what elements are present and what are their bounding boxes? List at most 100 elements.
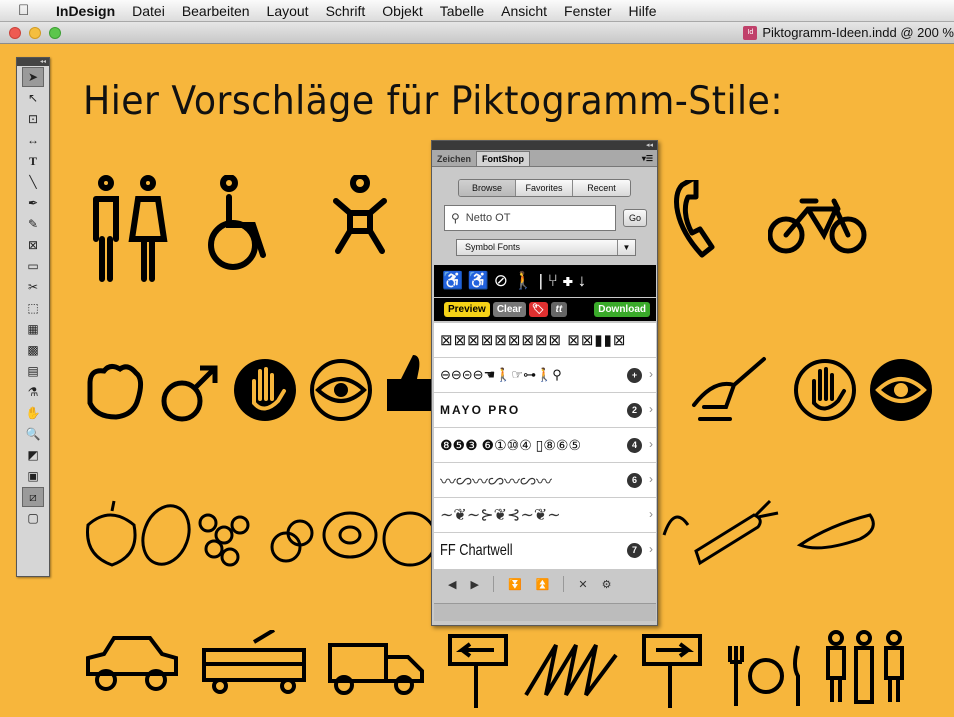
apple-icon[interactable]: 	[18, 2, 36, 19]
sign-arrow-left-pictogram[interactable]	[446, 630, 510, 710]
close-icon[interactable]: ✕	[578, 578, 587, 591]
hand-circle-pictogram[interactable]	[232, 357, 298, 423]
fist-pictogram[interactable]	[84, 363, 144, 423]
telephone-pictogram[interactable]	[672, 180, 722, 270]
collapse-up-icon[interactable]: ⏫	[536, 578, 550, 591]
chevron-right-icon[interactable]: ›	[649, 472, 653, 486]
thumbs-up-pictogram[interactable]	[383, 351, 433, 421]
scribble-pictogram[interactable]	[520, 635, 630, 705]
favorites-button[interactable]: Favorites	[516, 180, 573, 196]
vegetable-pictograms[interactable]	[660, 495, 890, 575]
eyedropper-tool-icon[interactable]: ⚗	[22, 382, 44, 402]
chevron-right-icon[interactable]: ›	[649, 402, 653, 416]
menu-layout[interactable]: Layout	[267, 3, 309, 19]
category-select[interactable]: Symbol Fonts ▼	[456, 239, 636, 256]
font-row-5[interactable]: 〰∽〰∽〰∽〰 6 ›	[434, 463, 656, 498]
line-tool-icon[interactable]: ╲	[22, 172, 44, 192]
direct-selection-tool-icon[interactable]: ↖	[22, 88, 44, 108]
minimize-window-button[interactable]	[29, 27, 41, 39]
page-headline[interactable]: Hier Vorschläge für Piktogramm-Stile:	[83, 79, 783, 124]
selection-tool-icon[interactable]: ➤	[22, 67, 44, 87]
next-icon[interactable]: ▶	[470, 578, 478, 591]
panel-menu-icon[interactable]: ▾☰	[638, 154, 657, 166]
gradient-feather-tool-icon[interactable]: ▩	[22, 340, 44, 360]
chevron-right-icon[interactable]: ›	[649, 367, 653, 381]
menu-fenster[interactable]: Fenster	[564, 3, 611, 19]
font-row-7[interactable]: FF Chartwell 7 ›	[434, 533, 656, 568]
fontshop-panel: ◂◂ Zeichen FontShop ▾☰ Browse Favorites …	[431, 140, 658, 626]
fontshop-panel-header[interactable]: ◂◂	[432, 141, 657, 150]
chevron-right-icon[interactable]: ›	[649, 507, 653, 521]
gradient-tool-icon[interactable]: ▦	[22, 319, 44, 339]
pencil-tool-icon[interactable]: ✎	[22, 214, 44, 234]
note-tool-icon[interactable]: ▤	[22, 361, 44, 381]
car-pictogram[interactable]	[84, 630, 180, 700]
rectangle-frame-tool-icon[interactable]: ⊠	[22, 235, 44, 255]
font-row-1[interactable]: ⊠⊠⊠⊠⊠⊠⊠⊠⊠ ⊠⊠▮▮⊠	[434, 323, 656, 358]
cutlery-plate-pictogram[interactable]	[722, 640, 808, 710]
recent-button[interactable]: Recent	[573, 180, 630, 196]
sign-arrow-right-pictogram[interactable]	[640, 630, 704, 710]
font-search-input[interactable]: ⚲ Netto OT	[444, 205, 616, 231]
chevron-right-icon[interactable]: ›	[649, 437, 653, 451]
preview-button[interactable]: Preview	[444, 302, 490, 317]
eye-filled-circle-pictogram[interactable]	[868, 357, 934, 423]
scissors-tool-icon[interactable]: ✂	[22, 277, 44, 297]
clear-button[interactable]: Clear	[492, 302, 526, 317]
hand-outline-circle-pictogram[interactable]	[792, 357, 858, 423]
people-pictogram[interactable]	[822, 630, 912, 710]
tab-fontshop[interactable]: FontShop	[476, 151, 531, 166]
zoom-tool-icon[interactable]: 🔍	[22, 424, 44, 444]
tools-panel-header[interactable]: ◂◂	[17, 58, 49, 66]
font-row-6[interactable]: ∼❦∼⊱❦⊰∼❦∼ ›	[434, 498, 656, 533]
tram-pictogram[interactable]	[198, 630, 310, 700]
browse-button[interactable]: Browse	[459, 180, 516, 196]
fruit-pictograms[interactable]	[80, 495, 440, 575]
tt-button[interactable]: tt	[550, 302, 568, 317]
font-sample: 〰∽〰∽〰∽〰	[440, 474, 553, 491]
panel-status-bar	[434, 603, 656, 621]
tag-icon[interactable]: 🏷	[528, 302, 548, 317]
chevron-right-icon[interactable]: ›	[649, 542, 653, 556]
type-tool-icon[interactable]: T	[22, 151, 44, 171]
gap-tool-icon[interactable]: ↔	[22, 130, 44, 150]
font-row-2[interactable]: ⊖⊖⊝⊖☚🚶☞⊶🚶⚲ + ›	[434, 358, 656, 393]
tab-zeichen[interactable]: Zeichen	[432, 152, 476, 166]
close-window-button[interactable]	[9, 27, 21, 39]
truck-pictogram[interactable]	[326, 635, 426, 701]
page-tool-icon[interactable]: ⊡	[22, 109, 44, 129]
zoom-window-button[interactable]	[49, 27, 61, 39]
hand-tool-icon[interactable]: ✋	[22, 403, 44, 423]
fill-stroke-swatch-icon[interactable]: ◩	[22, 445, 44, 465]
previous-icon[interactable]: ◀	[448, 578, 456, 591]
male-symbol-pictogram[interactable]	[160, 365, 220, 425]
menu-objekt[interactable]: Objekt	[382, 3, 422, 19]
menu-tabelle[interactable]: Tabelle	[440, 3, 484, 19]
menu-ansicht[interactable]: Ansicht	[501, 3, 547, 19]
expand-down-icon[interactable]: ⏬	[508, 578, 522, 591]
child-pictogram[interactable]	[330, 175, 390, 270]
font-row-3[interactable]: MAYO PRO 2 ›	[434, 393, 656, 428]
bicycle-pictogram[interactable]	[768, 195, 868, 255]
menu-app-name[interactable]: InDesign	[56, 3, 115, 19]
document-title-text: Piktogramm-Ideen.indd @ 200 %	[762, 25, 954, 40]
apply-none-icon[interactable]: ⧄	[22, 487, 44, 507]
formatting-container-icon[interactable]: ▣	[22, 466, 44, 486]
gear-icon[interactable]: ⚙	[602, 578, 612, 591]
window-titlebar: Id Piktogramm-Ideen.indd @ 200 %	[0, 22, 954, 44]
rectangle-tool-icon[interactable]: ▭	[22, 256, 44, 276]
restroom-pictogram[interactable]	[88, 175, 168, 285]
free-transform-tool-icon[interactable]: ⬚	[22, 298, 44, 318]
writing-hand-pictogram[interactable]	[690, 355, 770, 425]
font-row-4[interactable]: ❽❺❸ ❻①⑩④ ▯⑧⑥⑤ 4 ›	[434, 428, 656, 463]
menu-bearbeiten[interactable]: Bearbeiten	[182, 3, 250, 19]
pen-tool-icon[interactable]: ✒	[22, 193, 44, 213]
download-button[interactable]: Download	[594, 302, 650, 317]
eye-circle-pictogram[interactable]	[308, 357, 374, 423]
screen-mode-icon[interactable]: ▢	[22, 508, 44, 528]
go-button[interactable]: Go	[623, 209, 647, 227]
menu-datei[interactable]: Datei	[132, 3, 165, 19]
menu-schrift[interactable]: Schrift	[326, 3, 366, 19]
menu-hilfe[interactable]: Hilfe	[629, 3, 657, 19]
wheelchair-pictogram[interactable]	[205, 175, 285, 275]
